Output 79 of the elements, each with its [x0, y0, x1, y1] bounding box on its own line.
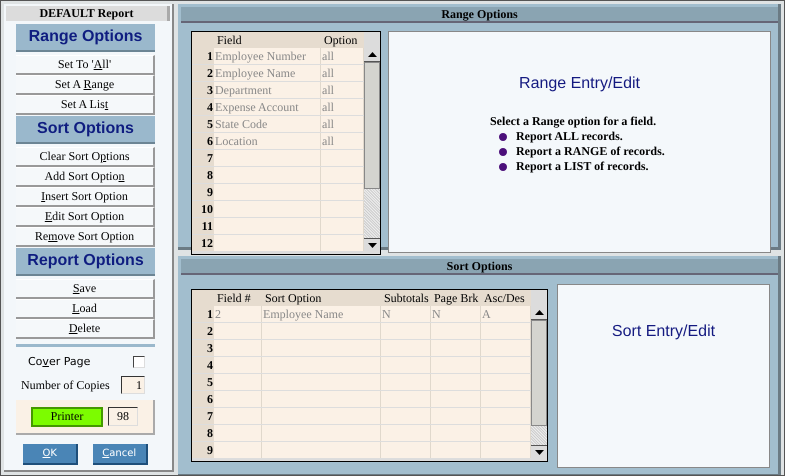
- panel-title: Range Options: [181, 7, 778, 23]
- table-cell[interactable]: Department: [215, 83, 272, 97]
- bullet-icon: [499, 162, 507, 170]
- bullet-text: Report ALL records.: [516, 129, 623, 144]
- column-header: Sort Option: [264, 290, 322, 306]
- column-header: Field #: [216, 290, 252, 306]
- bullet-icon: [499, 132, 507, 140]
- table-cell[interactable]: N: [382, 307, 391, 321]
- option-button[interactable]: Insert Sort Option: [16, 187, 155, 207]
- printer-button[interactable]: Printer: [31, 406, 103, 426]
- report-title: DEFAULT Report: [6, 6, 170, 21]
- row-number: 6: [192, 133, 214, 149]
- bullet-icon: [499, 148, 507, 156]
- row-number: 8: [192, 425, 214, 441]
- row-number: 7: [192, 150, 214, 166]
- row-number: 1: [192, 306, 214, 322]
- table-cell[interactable]: all: [322, 49, 334, 63]
- cover-page-label: Cover Page: [28, 355, 90, 368]
- row-number: 12: [192, 235, 214, 251]
- option-button[interactable]: Remove Sort Option: [16, 227, 155, 247]
- info-title: Sort Entry/Edit: [610, 323, 716, 341]
- table-cell[interactable]: all: [322, 66, 334, 80]
- printer-field[interactable]: 98: [108, 407, 138, 426]
- option-button[interactable]: Clear Sort Options: [16, 147, 155, 167]
- table-cell[interactable]: Employee Number: [215, 49, 306, 63]
- checkbox[interactable]: [133, 356, 145, 368]
- copies-field[interactable]: 1: [121, 376, 145, 394]
- option-button[interactable]: Add Sort Option: [16, 167, 155, 187]
- info-title: Range Entry/Edit: [518, 75, 641, 93]
- row-number: 10: [192, 201, 214, 217]
- row-number: 3: [192, 82, 214, 98]
- dialog-button[interactable]: Cancel: [92, 444, 148, 465]
- table-cell[interactable]: all: [322, 83, 334, 97]
- table-cell[interactable]: Employee Name: [215, 66, 296, 80]
- option-button[interactable]: Set To 'All': [16, 55, 155, 75]
- bullet-text: Report a LIST of records.: [516, 159, 649, 174]
- table-cell[interactable]: N: [432, 307, 441, 321]
- table-cell[interactable]: all: [322, 134, 334, 148]
- option-button[interactable]: Delete: [16, 319, 155, 339]
- column-header: Subtotals: [383, 290, 430, 306]
- row-number: 2: [192, 323, 214, 339]
- row-number: 6: [192, 391, 214, 407]
- option-button[interactable]: Set A Range: [16, 75, 155, 95]
- dialog-button[interactable]: OK: [23, 444, 78, 465]
- column-header: Page Brk: [433, 290, 480, 306]
- table-cell[interactable]: all: [322, 100, 334, 114]
- table-cell[interactable]: Employee Name: [263, 307, 344, 321]
- table-cell[interactable]: Location: [215, 134, 258, 148]
- row-number: 8: [192, 167, 214, 183]
- section-header: Sort Options: [16, 116, 155, 144]
- row-number: 5: [192, 374, 214, 390]
- column-header: Field: [216, 32, 243, 48]
- row-number: 4: [192, 357, 214, 373]
- row-number: 3: [192, 340, 214, 356]
- table-cell[interactable]: all: [322, 117, 334, 131]
- panel-title: Sort Options: [181, 259, 778, 275]
- bullet-text: Report a RANGE of records.: [516, 144, 665, 159]
- row-number: 5: [192, 116, 214, 132]
- table-cell[interactable]: State Code: [215, 117, 268, 131]
- row-number: 9: [192, 442, 214, 458]
- row-number: 7: [192, 408, 214, 424]
- row-number: 1: [192, 48, 214, 64]
- row-number: 2: [192, 65, 214, 81]
- copies-label: Number of Copies: [21, 378, 110, 392]
- section-header: Range Options: [16, 24, 155, 52]
- option-button[interactable]: Save: [16, 279, 155, 299]
- row-number: 4: [192, 99, 214, 115]
- row-number: 11: [192, 218, 214, 234]
- info-text: Select a Range option for a field.: [490, 114, 658, 129]
- option-button[interactable]: Edit Sort Option: [16, 207, 155, 227]
- table-cell[interactable]: Expense Account: [215, 100, 299, 114]
- row-number: 9: [192, 184, 214, 200]
- table-cell[interactable]: 2: [215, 307, 221, 321]
- option-button[interactable]: Set A List: [16, 95, 155, 115]
- option-button[interactable]: Load: [16, 299, 155, 319]
- table-cell[interactable]: A: [482, 307, 491, 321]
- column-header: Option: [323, 32, 358, 48]
- section-header: Report Options: [16, 248, 155, 276]
- column-header: Asc/Des: [483, 290, 526, 306]
